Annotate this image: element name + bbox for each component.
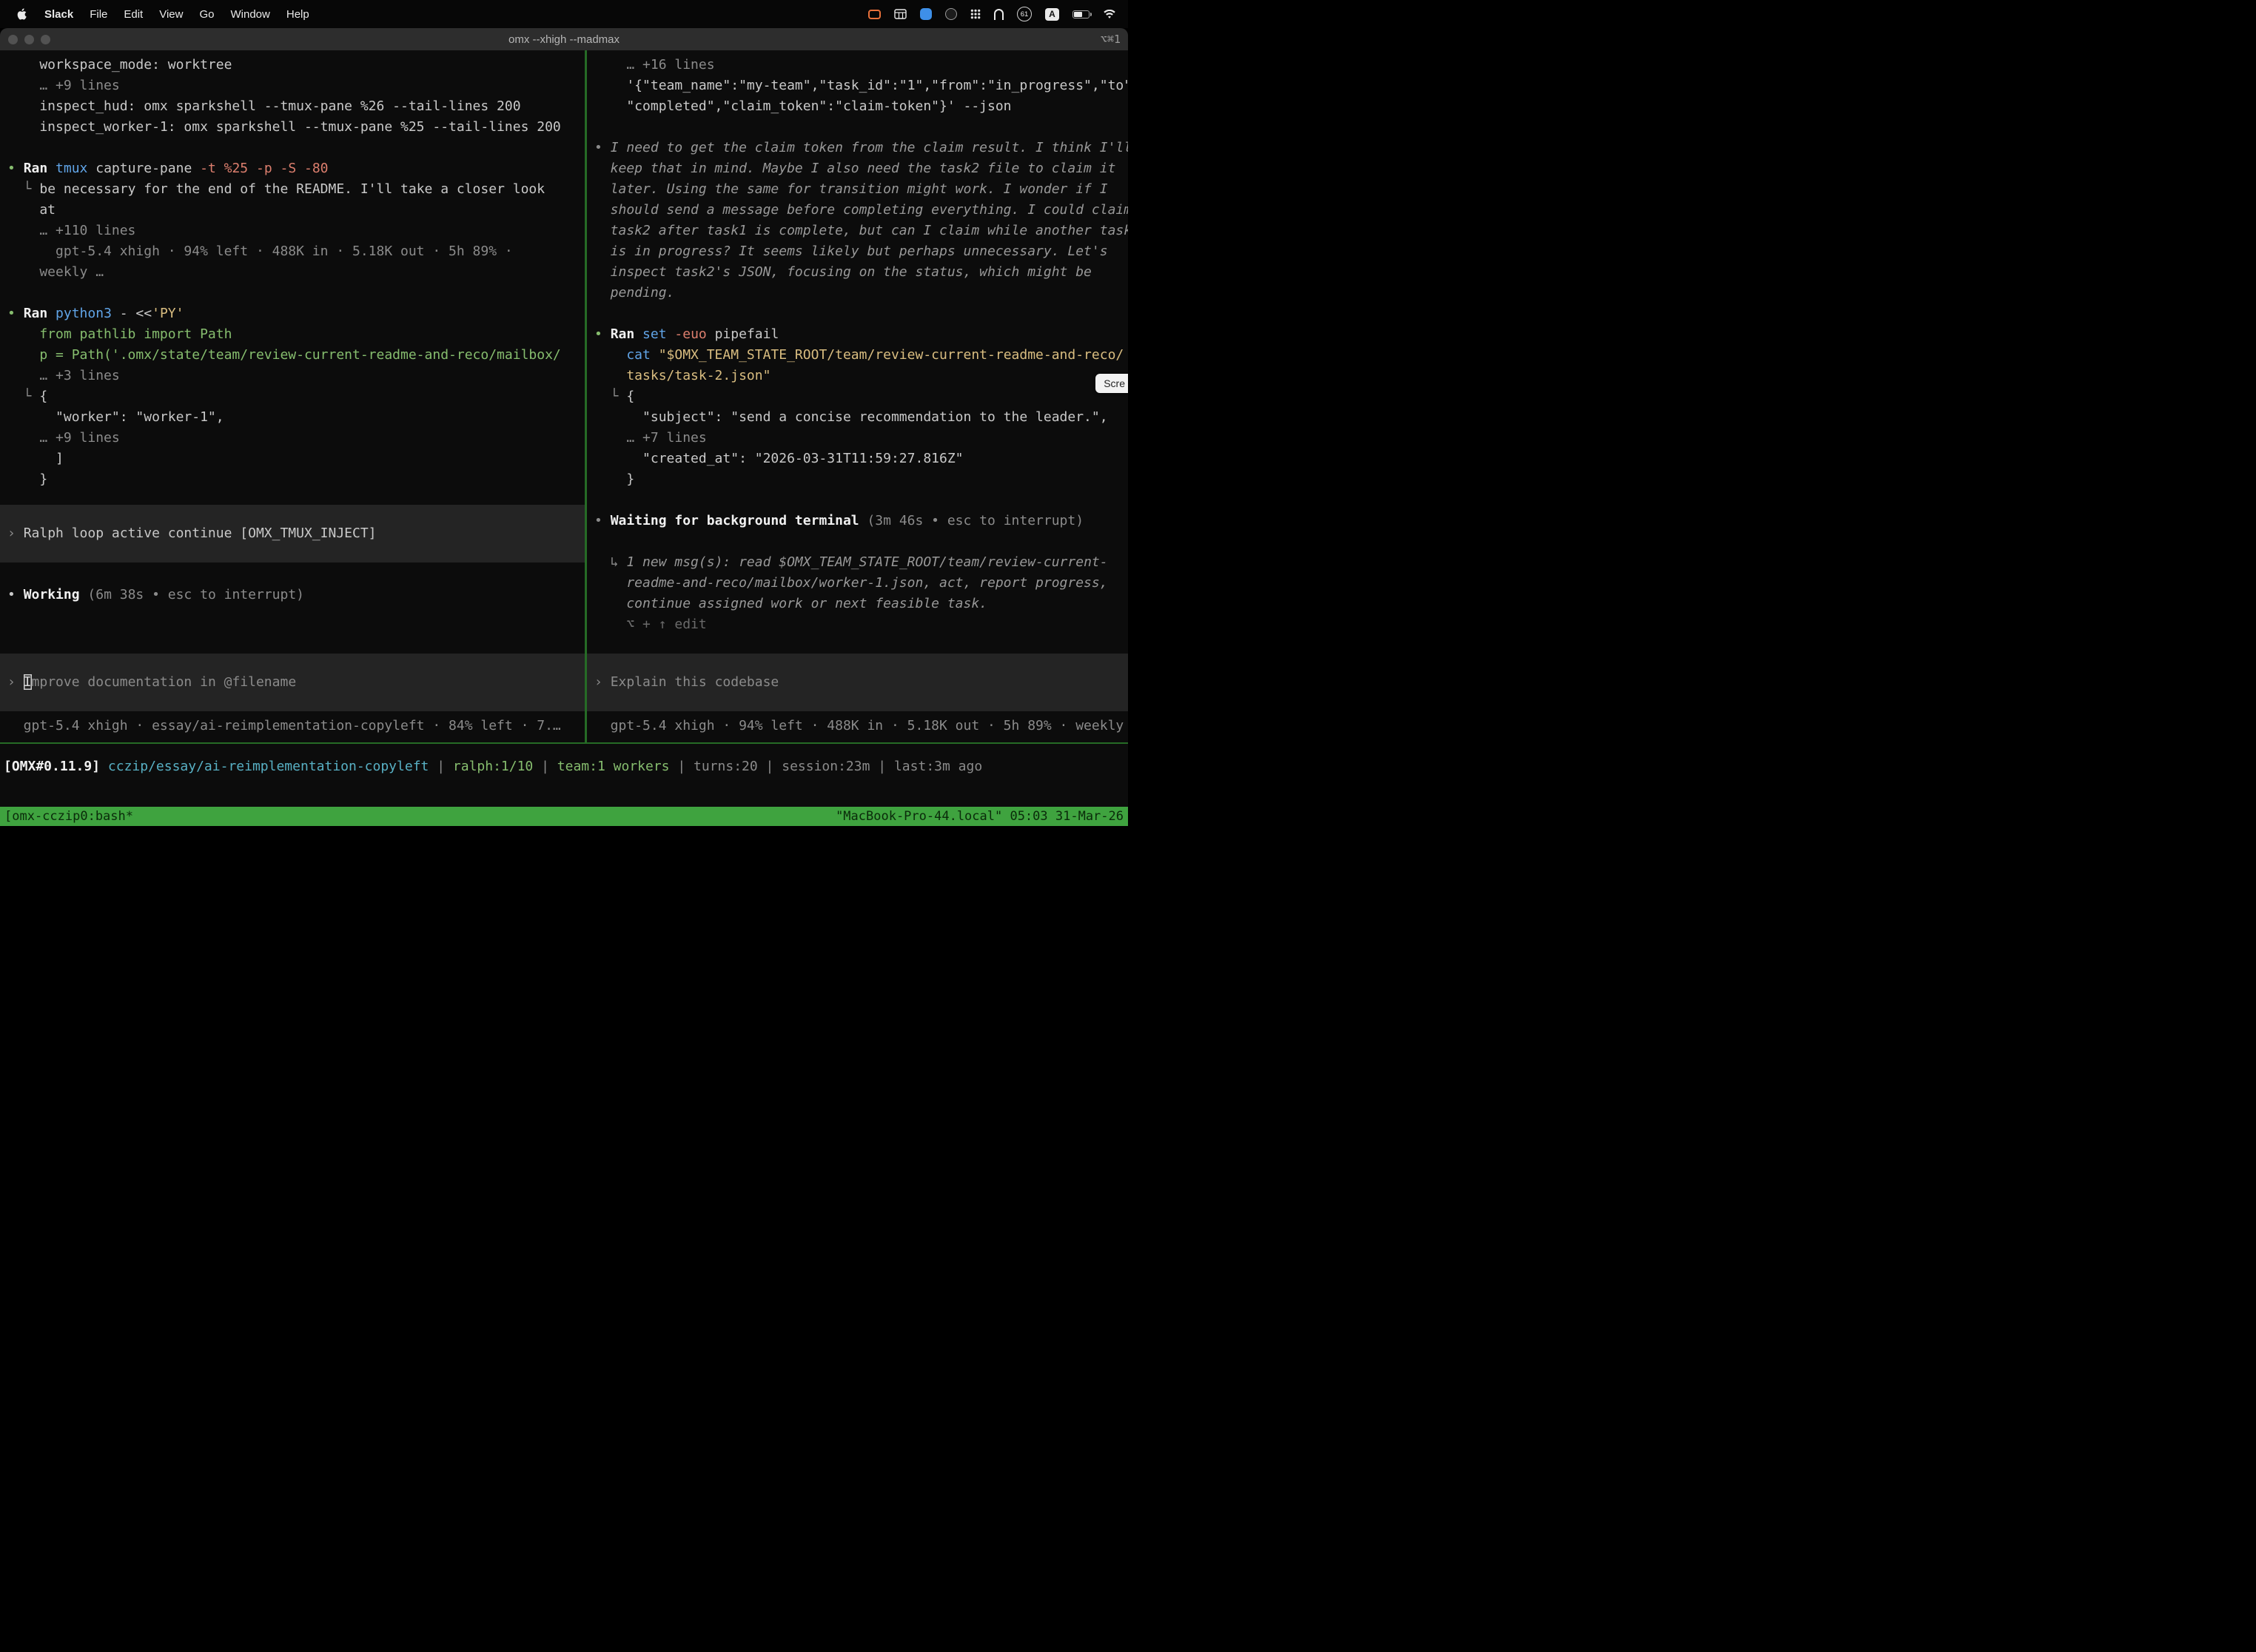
app-icon-blue[interactable]	[920, 8, 932, 20]
terminal-line: workspace_mode: worktree	[0, 55, 585, 75]
terminal-line: … +9 lines	[0, 75, 585, 96]
terminal-line: '{"team_name":"my-team","task_id":"1","f…	[587, 75, 1128, 96]
waiting-status: • Waiting for background terminal (3m 46…	[587, 511, 1128, 531]
wifi-icon[interactable]	[1103, 10, 1116, 19]
model-status-line: gpt-5.4 xhigh · essay/ai-reimplementatio…	[0, 716, 585, 736]
terminal-line: }	[0, 469, 585, 490]
terminal-line: }	[587, 469, 1128, 490]
active-app-name[interactable]: Slack	[36, 8, 81, 21]
window-shortcut-hint: ⌥⌘1	[1101, 33, 1121, 46]
terminal-line: tasks/task-2.json"	[587, 366, 1128, 386]
terminal-line: … +3 lines	[0, 366, 585, 386]
menu-bar-status-icons: 61 A	[868, 7, 1119, 21]
zoom-button[interactable]	[41, 35, 50, 44]
injected-prompt[interactable]: › Ralph loop active continue [OMX_TMUX_I…	[0, 505, 585, 563]
menu-item-window[interactable]: Window	[223, 8, 278, 21]
terminal-line	[587, 117, 1128, 138]
menu-item-file[interactable]: File	[81, 8, 115, 21]
terminal-line	[587, 531, 1128, 552]
window-title-bar[interactable]: omx --xhigh --madmax ⌥⌘1	[0, 28, 1128, 50]
right-terminal-pane[interactable]: … +16 lines '{"team_name":"my-team","tas…	[587, 50, 1128, 742]
terminal-line: later. Using the same for transition mig…	[587, 179, 1128, 200]
terminal-line: inspect task2's JSON, focusing on the st…	[587, 262, 1128, 283]
terminal-line: gpt-5.4 xhigh · 94% left · 488K in · 5.1…	[0, 241, 585, 262]
terminal-line: at	[0, 200, 585, 221]
input-source-icon[interactable]: A	[1045, 8, 1059, 21]
terminal-line: readme-and-reco/mailbox/worker-1.json, a…	[587, 573, 1128, 594]
terminal-line	[0, 138, 585, 158]
omx-status-pane[interactable]: [OMX#0.11.9] cczip/essay/ai-reimplementa…	[0, 744, 1128, 807]
screen-recording-indicator[interactable]	[868, 10, 881, 19]
terminal-line	[0, 283, 585, 303]
terminal-line: "subject": "send a concise recommendatio…	[587, 407, 1128, 428]
tmux-session-label[interactable]: [omx-cczip0:bash*	[4, 809, 133, 824]
terminal-line: └ {	[587, 386, 1128, 407]
command-entry: • Ran tmux capture-pane -t %25 -p -S -80	[0, 158, 585, 179]
menu-item-help[interactable]: Help	[278, 8, 318, 21]
menu-item-go[interactable]: Go	[191, 8, 222, 21]
menu-bar: Slack File Edit View Go Window Help 61 A	[0, 0, 1128, 28]
terminal-line: should send a message before completing …	[587, 200, 1128, 221]
mailbox-notice: ↳ 1 new msg(s): read $OMX_TEAM_STATE_ROO…	[587, 552, 1128, 573]
hover-tooltip: Scre	[1095, 374, 1128, 393]
terminal-line: ]	[0, 449, 585, 469]
table-grid-icon[interactable]	[894, 9, 907, 19]
terminal-window: omx --xhigh --madmax ⌥⌘1 workspace_mode:…	[0, 28, 1128, 826]
terminal-line: p = Path('.omx/state/team/review-current…	[0, 345, 585, 366]
terminal-line: … +7 lines	[587, 428, 1128, 449]
terminal-line: └ be necessary for the end of the README…	[0, 179, 585, 200]
working-status: • Working (6m 38s • esc to interrupt)	[0, 585, 585, 605]
composer-input[interactable]: › Explain this codebase	[587, 654, 1128, 711]
terminal-line: … +110 lines	[0, 221, 585, 241]
terminal-line	[587, 490, 1128, 511]
minimize-button[interactable]	[24, 35, 34, 44]
menu-item-view[interactable]: View	[151, 8, 191, 21]
terminal-line: └ {	[0, 386, 585, 407]
omx-session-status: [OMX#0.11.9] cczip/essay/ai-reimplementa…	[0, 756, 1128, 777]
ghost-icon[interactable]	[994, 9, 1004, 20]
terminal-line: "worker": "worker-1",	[0, 407, 585, 428]
apps-grid-icon[interactable]	[970, 9, 981, 19]
left-terminal-pane[interactable]: workspace_mode: worktree … +9 lines insp…	[0, 50, 585, 742]
battery-icon[interactable]	[1072, 10, 1090, 19]
tmux-host-clock: "MacBook-Pro-44.local" 05:03 31-Mar-26	[836, 809, 1124, 824]
command-entry: • Ran set -euo pipefail	[587, 324, 1128, 345]
terminal-line: inspect_hud: omx sparkshell --tmux-pane …	[0, 96, 585, 117]
composer-input[interactable]: › Improve documentation in @filename	[0, 654, 585, 711]
terminal-line: weekly …	[0, 262, 585, 283]
apple-menu-icon[interactable]	[9, 7, 36, 21]
terminal-line: from pathlib import Path	[0, 324, 585, 345]
close-button[interactable]	[8, 35, 18, 44]
terminal-line: cat "$OMX_TEAM_STATE_ROOT/team/review-cu…	[587, 345, 1128, 366]
terminal-line: … +16 lines	[587, 55, 1128, 75]
command-entry: • Ran python3 - <<'PY'	[0, 303, 585, 324]
window-title: omx --xhigh --madmax	[0, 33, 1128, 46]
battery-percent-badge[interactable]: 61	[1017, 7, 1032, 21]
menu-item-edit[interactable]: Edit	[115, 8, 151, 21]
terminal-line: pending.	[587, 283, 1128, 303]
terminal-line	[587, 303, 1128, 324]
battery-fill	[1074, 12, 1082, 17]
app-icon-dark[interactable]	[945, 8, 957, 20]
terminal-line: task2 after task1 is complete, but can I…	[587, 221, 1128, 241]
terminal-line: "completed","claim_token":"claim-token"}…	[587, 96, 1128, 117]
model-status-line: gpt-5.4 xhigh · 94% left · 488K in · 5.1…	[587, 716, 1128, 736]
tmux-panes: workspace_mode: worktree … +9 lines insp…	[0, 50, 1128, 742]
terminal-line: "created_at": "2026-03-31T11:59:27.816Z"	[587, 449, 1128, 469]
tmux-status-bar: [omx-cczip0:bash* "MacBook-Pro-44.local"…	[0, 807, 1128, 826]
terminal-line: is in progress? It seems likely but perh…	[587, 241, 1128, 262]
thinking-text: • I need to get the claim token from the…	[587, 138, 1128, 158]
terminal-line: continue assigned work or next feasible …	[587, 594, 1128, 614]
terminal-line: keep that in mind. Maybe I also need the…	[587, 158, 1128, 179]
edit-hint: ⌥ + ↑ edit	[587, 614, 1128, 635]
terminal-line: inspect_worker-1: omx sparkshell --tmux-…	[0, 117, 585, 138]
terminal-line: … +9 lines	[0, 428, 585, 449]
